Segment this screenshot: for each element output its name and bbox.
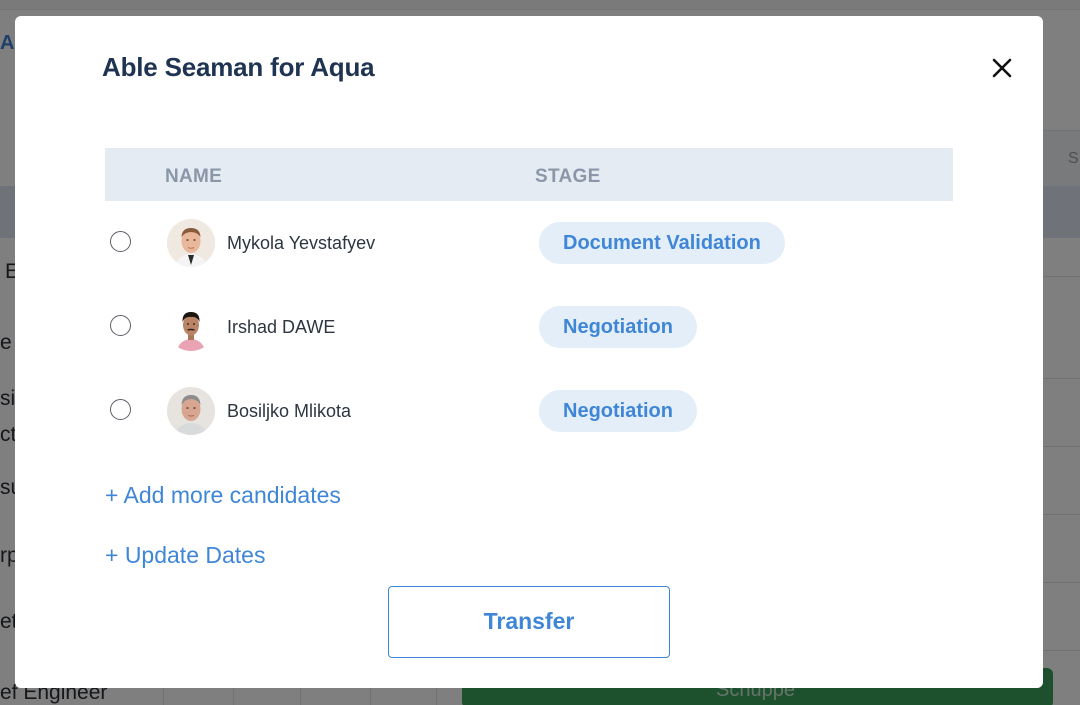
close-icon xyxy=(992,58,1012,78)
candidate-name: Mykola Yevstafyev xyxy=(227,233,376,253)
select-candidate-radio[interactable] xyxy=(110,399,131,420)
avatar xyxy=(167,303,215,351)
stage-badge: Document Validation xyxy=(539,222,785,264)
stage-badge: Negotiation xyxy=(539,306,697,348)
stage-badge: Negotiation xyxy=(539,390,697,432)
avatar xyxy=(167,387,215,435)
table-row: Irshad DAWE Negotiation xyxy=(105,285,953,369)
person-photo-icon xyxy=(167,303,215,351)
table-header: NAME STAGE xyxy=(105,148,953,201)
select-candidate-radio[interactable] xyxy=(110,231,131,252)
close-button[interactable] xyxy=(988,54,1016,82)
select-candidate-radio[interactable] xyxy=(110,315,131,336)
add-more-candidates-link[interactable]: + Add more candidates xyxy=(105,482,341,509)
column-header-stage: STAGE xyxy=(535,166,601,187)
column-header-name: NAME xyxy=(165,166,223,187)
person-photo-icon xyxy=(167,387,215,435)
transfer-candidates-modal: Able Seaman for Aqua NAME STAGE Mykola Y… xyxy=(15,16,1043,688)
table-row: Bosiljko Mlikota Negotiation xyxy=(105,369,953,453)
transfer-button[interactable]: Transfer xyxy=(388,586,670,658)
update-dates-link[interactable]: + Update Dates xyxy=(105,542,265,569)
person-photo-icon xyxy=(167,219,215,267)
table-row: Mykola Yevstafyev Document Validation xyxy=(105,201,953,285)
candidates-table: NAME STAGE Mykola Yevstafyev Document Va… xyxy=(105,148,953,453)
avatar xyxy=(167,219,215,267)
candidate-name: Bosiljko Mlikota xyxy=(227,401,352,421)
modal-title: Able Seaman for Aqua xyxy=(102,52,375,82)
candidate-name: Irshad DAWE xyxy=(227,317,336,337)
